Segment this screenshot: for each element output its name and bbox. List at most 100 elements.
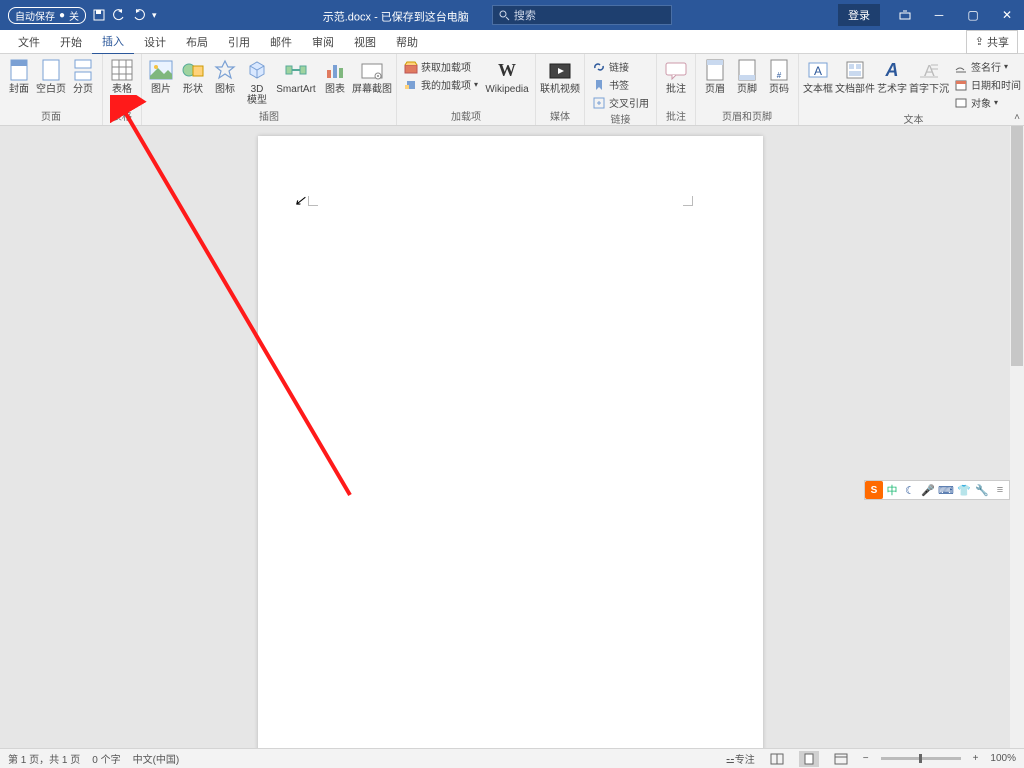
ribbon-options-icon[interactable] (888, 0, 922, 30)
redo-icon[interactable] (132, 8, 146, 22)
page[interactable]: ↙ (258, 136, 763, 748)
group-illustrations: 图片 形状 图标 3D 模型 SmartArt 图表 屏幕截图 插图 (142, 54, 397, 125)
search-icon (499, 10, 510, 21)
ime-toolbar[interactable]: S 中 ☾ 🎤 ⌨ 👕 🔧 ≡ (864, 480, 1010, 500)
crossref-icon (592, 96, 606, 110)
link-button[interactable]: 链接 (589, 58, 652, 75)
table-button[interactable]: 表格 (107, 56, 137, 95)
chart-button[interactable]: 图表 (320, 56, 350, 95)
cover-page-button[interactable]: 封面 (4, 56, 34, 95)
tab-home[interactable]: 开始 (50, 30, 92, 54)
group-table: 表格 表格 (103, 54, 142, 125)
sogou-icon[interactable]: S (865, 481, 883, 499)
login-button[interactable]: 登录 (838, 4, 880, 26)
search-box[interactable]: 搜索 (492, 5, 672, 25)
video-icon (548, 58, 572, 82)
bookmark-icon (592, 78, 606, 92)
autosave-toggle[interactable]: 自动保存 ● 关 (8, 7, 86, 24)
status-page[interactable]: 第 1 页，共 1 页 (8, 751, 80, 766)
object-button[interactable]: 对象▾ (951, 94, 1024, 111)
status-bar: 第 1 页，共 1 页 0 个字 中文(中国) ⚍专注 − + 100% (0, 748, 1024, 768)
comment-icon (664, 58, 688, 82)
group-header-footer: 页眉 页脚 #页码 页眉和页脚 (696, 54, 799, 125)
ribbon: 封面 空白页 分页 页面 表格 表格 图片 形状 图标 3D 模型 SmartA… (0, 54, 1024, 126)
tab-view[interactable]: 视图 (344, 30, 386, 54)
addins-icon (404, 78, 418, 92)
vertical-scrollbar[interactable] (1010, 126, 1024, 748)
date-time-button[interactable]: 日期和时间 (951, 76, 1024, 93)
zoom-out-button[interactable]: − (863, 753, 869, 764)
pictures-button[interactable]: 图片 (146, 56, 176, 95)
collapse-ribbon-icon[interactable]: ˄ (1014, 112, 1020, 123)
ime-mic-icon[interactable]: 🎤 (919, 481, 937, 499)
minimize-icon[interactable]: ─ (922, 0, 956, 30)
zoom-level[interactable]: 100% (990, 753, 1016, 764)
undo-icon[interactable] (112, 8, 126, 22)
wordart-button[interactable]: A艺术字 (877, 56, 907, 95)
cross-reference-button[interactable]: 交叉引用 (589, 94, 652, 111)
ime-lang[interactable]: 中 (883, 481, 901, 499)
zoom-slider[interactable] (881, 757, 961, 760)
margin-mark-left (308, 196, 318, 206)
online-video-button[interactable]: 联机视频 (540, 56, 580, 95)
footer-button[interactable]: 页脚 (732, 56, 762, 95)
bookmark-button[interactable]: 书签 (589, 76, 652, 93)
smartart-icon (284, 58, 308, 82)
blank-page-button[interactable]: 空白页 (36, 56, 66, 95)
ime-skin-icon[interactable]: 👕 (955, 481, 973, 499)
document-area[interactable]: ↙ (0, 126, 1010, 748)
tab-review[interactable]: 审阅 (302, 30, 344, 54)
group-label-headerfooter: 页眉和页脚 (722, 108, 772, 125)
smartart-button[interactable]: SmartArt (274, 56, 318, 95)
ime-tool-icon[interactable]: 🔧 (973, 481, 991, 499)
textbox-button[interactable]: A文本框 (803, 56, 833, 95)
ime-keyboard-icon[interactable]: ⌨ (937, 481, 955, 499)
ime-moon-icon[interactable]: ☾ (901, 481, 919, 499)
dropcap-icon: A (917, 58, 941, 82)
tab-mailings[interactable]: 邮件 (260, 30, 302, 54)
share-button[interactable]: ⇪共享 (966, 30, 1018, 54)
dropcap-button[interactable]: A首字下沉 (909, 56, 949, 95)
tab-design[interactable]: 设计 (134, 30, 176, 54)
icons-button[interactable]: 图标 (210, 56, 240, 95)
shapes-button[interactable]: 形状 (178, 56, 208, 95)
margin-mark-right (683, 196, 693, 206)
focus-mode-button[interactable]: ⚍专注 (726, 751, 755, 766)
print-layout-icon[interactable] (799, 751, 819, 767)
web-layout-icon[interactable] (831, 751, 851, 767)
status-language[interactable]: 中文(中国) (133, 751, 180, 766)
tab-layout[interactable]: 布局 (176, 30, 218, 54)
status-word-count[interactable]: 0 个字 (92, 751, 120, 766)
ime-menu-icon[interactable]: ≡ (991, 481, 1009, 499)
page-break-button[interactable]: 分页 (68, 56, 98, 95)
title-bar: 自动保存 ● 关 ▾ 示范.docx - 已保存到这台电脑 搜索 登录 ─ ▢ … (0, 0, 1024, 30)
save-icon[interactable] (92, 8, 106, 22)
zoom-in-button[interactable]: + (973, 753, 979, 764)
signature-icon (954, 60, 968, 74)
tab-references[interactable]: 引用 (218, 30, 260, 54)
cube-icon (245, 58, 269, 82)
document-title: 示范.docx - 已保存到这台电脑 搜索 (157, 5, 838, 25)
read-mode-icon[interactable] (767, 751, 787, 767)
tab-insert[interactable]: 插入 (92, 29, 134, 55)
header-button[interactable]: 页眉 (700, 56, 730, 95)
group-label-pages: 页面 (41, 108, 61, 125)
my-addins-button[interactable]: 我的加载项▾ (401, 76, 481, 93)
wikipedia-button[interactable]: WWikipedia (483, 56, 531, 95)
close-icon[interactable]: ✕ (990, 0, 1024, 30)
get-addins-button[interactable]: 获取加载项 (401, 58, 481, 75)
store-icon (404, 60, 418, 74)
shapes-icon (181, 58, 205, 82)
tab-help[interactable]: 帮助 (386, 30, 428, 54)
page-number-button[interactable]: #页码 (764, 56, 794, 95)
scrollbar-thumb[interactable] (1011, 126, 1023, 366)
object-icon (954, 96, 968, 110)
comment-button[interactable]: 批注 (661, 56, 691, 95)
cover-page-icon (7, 58, 31, 82)
signature-line-button[interactable]: 签名行▾ (951, 58, 1024, 75)
tab-file[interactable]: 文件 (8, 30, 50, 54)
screenshot-button[interactable]: 屏幕截图 (352, 56, 392, 95)
3d-models-button[interactable]: 3D 模型 (242, 56, 272, 106)
quick-parts-button[interactable]: 文档部件 (835, 56, 875, 95)
maximize-icon[interactable]: ▢ (956, 0, 990, 30)
